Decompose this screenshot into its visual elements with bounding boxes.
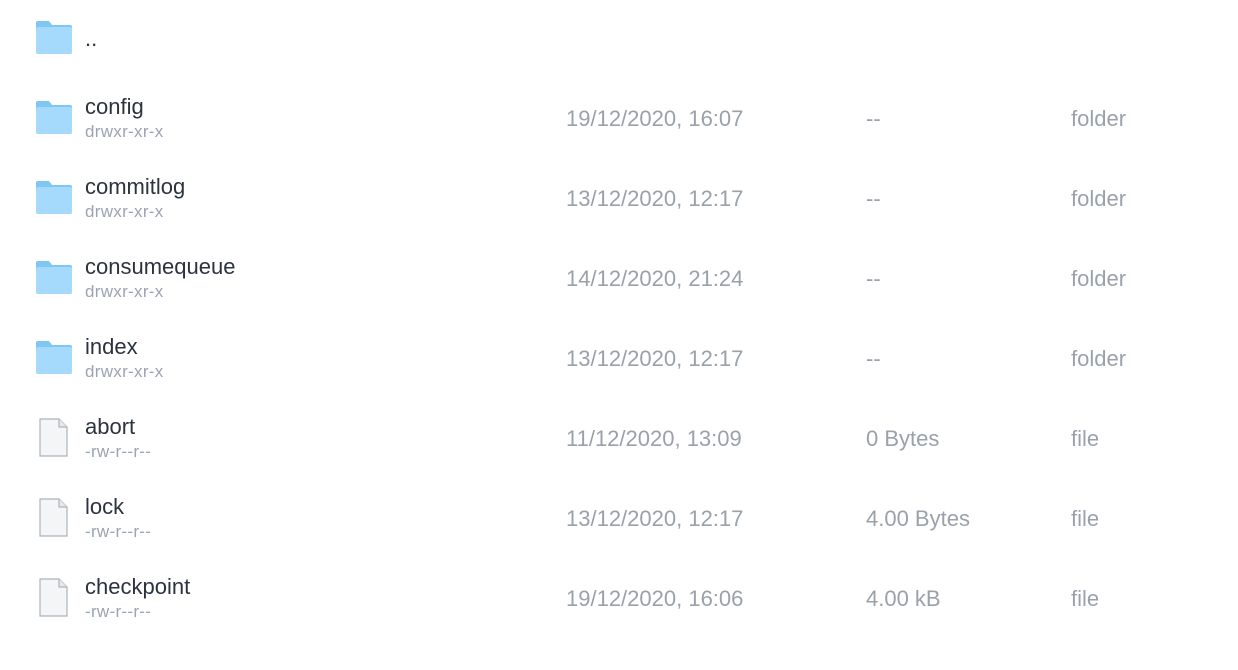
item-size: --: [866, 106, 881, 131]
item-type: folder: [1071, 266, 1127, 291]
item-type: folder: [1071, 106, 1127, 131]
item-permissions: -rw-r--r--: [85, 522, 152, 541]
item-name: consumequeue: [85, 254, 236, 279]
item-name: commitlog: [85, 174, 186, 199]
item-name: lock: [85, 494, 125, 519]
file-list: .. config drwxr-xr-x 19/12/2020, 16:07 -…: [0, 0, 1238, 640]
item-modified-date: 19/12/2020, 16:07: [566, 106, 744, 131]
name-cell: index drwxr-xr-x: [85, 333, 164, 382]
item-modified-date: 13/12/2020, 12:17: [566, 346, 744, 371]
item-name: checkpoint: [85, 574, 191, 599]
item-size: 4.00 Bytes: [866, 506, 970, 531]
folder-icon: [35, 258, 73, 296]
folder-icon: [35, 98, 73, 136]
name-cell: commitlog drwxr-xr-x: [85, 173, 185, 222]
item-modified-date: 19/12/2020, 16:06: [566, 586, 744, 611]
name-cell: lock -rw-r--r--: [85, 493, 151, 542]
item-modified-date: 11/12/2020, 13:09: [566, 426, 742, 451]
folder-icon: [35, 178, 73, 216]
file-icon: [35, 418, 73, 457]
item-type: file: [1071, 586, 1100, 611]
item-size: 4.00 kB: [866, 586, 941, 611]
item-permissions: -rw-r--r--: [85, 442, 152, 461]
item-type: file: [1071, 426, 1100, 451]
parent-directory-row[interactable]: ..: [0, 0, 1238, 80]
item-permissions: drwxr-xr-x: [85, 202, 164, 221]
item-type: folder: [1071, 346, 1127, 371]
item-name: config: [85, 94, 144, 119]
item-permissions: drwxr-xr-x: [85, 282, 164, 301]
file-row[interactable]: lock -rw-r--r-- 13/12/2020, 12:17 4.00 B…: [0, 480, 1238, 560]
item-type: folder: [1071, 186, 1127, 211]
name-cell: abort -rw-r--r--: [85, 413, 151, 462]
item-modified-date: 13/12/2020, 12:17: [566, 186, 744, 211]
item-modified-date: 13/12/2020, 12:17: [566, 506, 744, 531]
file-row[interactable]: config drwxr-xr-x 19/12/2020, 16:07 -- f…: [0, 80, 1238, 160]
item-name: abort: [85, 414, 136, 439]
item-permissions: drwxr-xr-x: [85, 122, 164, 141]
folder-icon: [35, 18, 73, 56]
name-cell: config drwxr-xr-x: [85, 93, 164, 142]
file-row[interactable]: commitlog drwxr-xr-x 13/12/2020, 12:17 -…: [0, 160, 1238, 240]
item-size: 0 Bytes: [866, 426, 940, 451]
item-permissions: -rw-r--r--: [85, 602, 152, 621]
item-size: --: [866, 346, 881, 371]
name-cell: checkpoint -rw-r--r--: [85, 573, 190, 622]
item-size: --: [866, 186, 881, 211]
item-name: index: [85, 334, 138, 359]
name-cell: ..: [85, 25, 97, 53]
item-size: --: [866, 266, 881, 291]
file-row[interactable]: abort -rw-r--r-- 11/12/2020, 13:09 0 Byt…: [0, 400, 1238, 480]
file-icon: [35, 578, 73, 617]
file-icon: [35, 498, 73, 537]
name-cell: consumequeue drwxr-xr-x: [85, 253, 235, 302]
item-name: ..: [85, 26, 98, 51]
file-row[interactable]: index drwxr-xr-x 13/12/2020, 12:17 -- fo…: [0, 320, 1238, 400]
item-type: file: [1071, 506, 1100, 531]
item-modified-date: 14/12/2020, 21:24: [566, 266, 744, 291]
folder-icon: [35, 338, 73, 376]
file-row[interactable]: checkpoint -rw-r--r-- 19/12/2020, 16:06 …: [0, 560, 1238, 640]
item-permissions: drwxr-xr-x: [85, 362, 164, 381]
file-row[interactable]: consumequeue drwxr-xr-x 14/12/2020, 21:2…: [0, 240, 1238, 320]
